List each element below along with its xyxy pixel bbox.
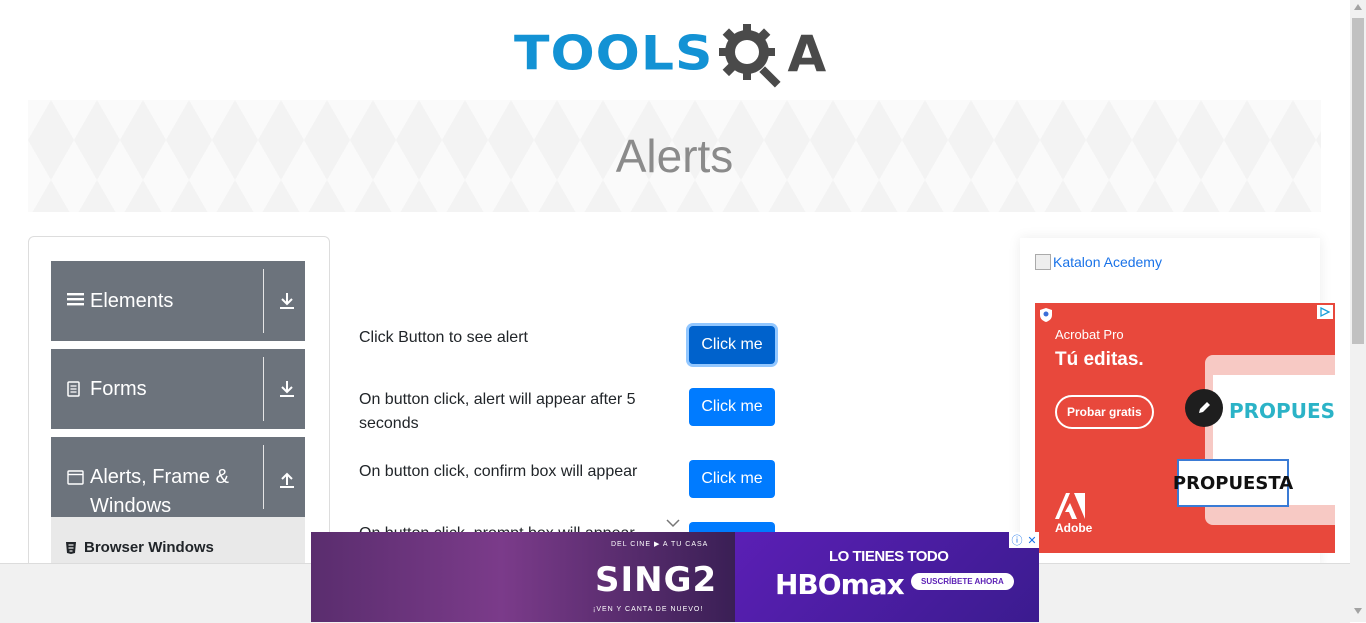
ad-subscribe-button[interactable]: SUSCRÍBETE AHORA [911, 573, 1014, 590]
adobe-logo-icon [1055, 493, 1085, 519]
scroll-down-icon[interactable] [1354, 608, 1362, 614]
window-icon [67, 470, 84, 485]
toolsqa-logo[interactable]: TOOLS A [514, 16, 844, 92]
ad-slogan: LO TIENES TODO [829, 548, 949, 565]
shield-icon [1040, 308, 1052, 322]
page-title: Alerts [615, 130, 734, 182]
acrobat-ad[interactable]: Acrobat Pro Tú editas. Probar gratis PRO… [1035, 303, 1335, 553]
ad-close-controls[interactable]: ⓘ ✕ [1009, 532, 1039, 548]
alert-button[interactable]: Click me [689, 326, 775, 364]
scroll-up-icon[interactable] [1354, 4, 1362, 10]
sing2-ad-panel: DEL CINE ▶ A TU CASA SING2 ¡VEN Y CANTA … [311, 532, 735, 622]
ad-company: Adobe [1055, 521, 1093, 535]
download-icon [280, 293, 294, 309]
alert-row-label: Click Button to see alert [359, 329, 528, 346]
sidebar-group-label: Elements [90, 290, 174, 312]
close-icon[interactable]: ✕ [1027, 534, 1036, 547]
sidebar-group-elements[interactable]: Elements [51, 261, 305, 341]
sidebar-group-label: Forms [90, 378, 147, 400]
sidebar-group-forms[interactable]: Forms [51, 349, 305, 429]
ad-movie-title: SING2 [595, 560, 718, 600]
ad-word-top: PROPUESTA [1229, 399, 1335, 423]
divider [263, 357, 264, 421]
sidebar-group-label: Alerts, Frame & Windows [90, 466, 229, 517]
document-icon [67, 381, 80, 397]
upload-icon [280, 472, 294, 488]
divider [263, 269, 264, 333]
logo-suffix: A [787, 25, 827, 83]
timer-alert-button[interactable]: Click me [689, 388, 775, 426]
ad-cta-button[interactable]: Probar gratis [1055, 395, 1154, 429]
ad-brand: Acrobat Pro [1055, 327, 1124, 342]
divider [263, 445, 264, 509]
browser-icon [66, 542, 76, 554]
sidebar-item-label: Browser Windows [84, 539, 214, 556]
confirm-row-label: On button click, confirm box will appear [359, 463, 638, 480]
bottom-banner-ad[interactable]: DEL CINE ▶ A TU CASA SING2 ¡VEN Y CANTA … [311, 532, 1039, 622]
ad-word-box: PROPUESTA [1173, 459, 1293, 507]
katalon-ad-link[interactable]: Katalon Acedemy [1035, 254, 1162, 270]
ad-service-logo: HBOmax [775, 568, 905, 601]
hbomax-ad-panel: LO TIENES TODO HBOmax SUSCRÍBETE AHORA [735, 532, 1039, 622]
logo-text: TOOLS [514, 27, 714, 81]
sidebar-submenu: Browser Windows [51, 517, 305, 563]
info-icon[interactable]: ⓘ [1011, 532, 1022, 548]
katalon-ad-alt: Katalon Acedemy [1053, 254, 1162, 270]
ad-cine-text: DEL CINE ▶ A TU CASA [611, 541, 709, 548]
timer-alert-row-label: On button click, alert will appear after… [359, 391, 636, 432]
vertical-scrollbar[interactable] [1350, 0, 1366, 622]
scrollbar-thumb[interactable] [1352, 18, 1364, 344]
broken-image-icon [1035, 254, 1051, 270]
adchoices-icon[interactable] [1317, 305, 1333, 319]
page-banner: Alerts [28, 100, 1321, 212]
chevron-down-icon[interactable] [665, 518, 681, 528]
left-sidebar: Elements Forms Alerts, Frame & Windows B… [28, 236, 330, 598]
confirm-button[interactable]: Click me [689, 460, 775, 498]
pencil-icon [1185, 389, 1223, 427]
gear-magnifier-icon [719, 24, 782, 88]
sidebar-group-alerts-frame-windows[interactable]: Alerts, Frame & Windows [51, 437, 305, 517]
ad-tagline: Tú editas. [1055, 349, 1144, 370]
ad-movie-subtitle: ¡VEN Y CANTA DE NUEVO! [593, 606, 704, 613]
sidebar-item-browser-windows[interactable]: Browser Windows [65, 539, 214, 556]
hamburger-icon [67, 293, 84, 306]
download-icon [280, 381, 294, 397]
